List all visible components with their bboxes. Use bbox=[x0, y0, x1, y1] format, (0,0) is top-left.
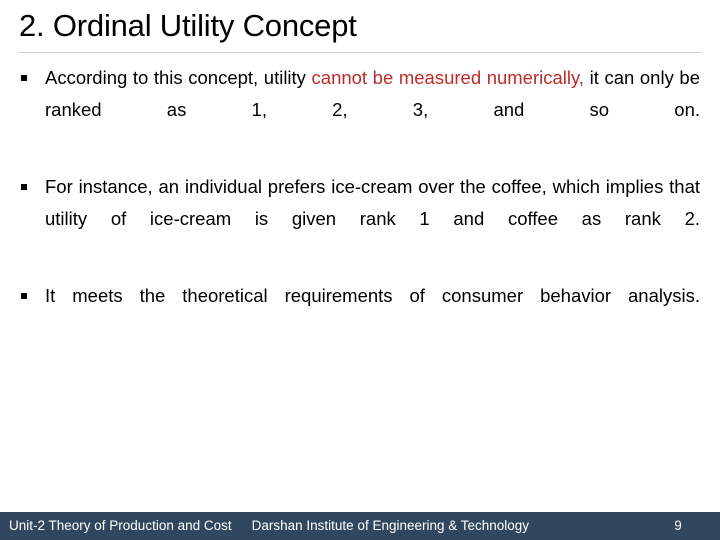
list-item: For instance, an individual prefers ice-… bbox=[0, 171, 720, 267]
footer-page-number: 9 bbox=[674, 518, 682, 533]
list-item: According to this concept, utility canno… bbox=[0, 62, 720, 158]
bullet-1-highlight: cannot be measured numerically, bbox=[311, 67, 585, 88]
presentation-slide: 2. Ordinal Utility Concept According to … bbox=[0, 0, 720, 540]
list-item: It meets the theoretical requirements of… bbox=[0, 280, 720, 344]
page-title: 2. Ordinal Utility Concept bbox=[19, 8, 357, 43]
square-bullet-icon bbox=[21, 293, 27, 299]
bullet-3-segment-1: It meets the theoretical requirements of… bbox=[45, 285, 700, 306]
slide-body: According to this concept, utility canno… bbox=[0, 62, 720, 344]
list-item-text: According to this concept, utility canno… bbox=[45, 62, 700, 158]
slide-footer: Unit-2 Theory of Production and Cost Dar… bbox=[0, 512, 720, 540]
square-bullet-icon bbox=[21, 75, 27, 81]
bullet-1-segment-1: According to this concept, utility bbox=[45, 67, 312, 88]
list-item-text: For instance, an individual prefers ice-… bbox=[45, 171, 700, 267]
title-divider bbox=[18, 52, 702, 53]
square-bullet-icon bbox=[21, 184, 27, 190]
bullet-2-segment-1: For instance, an individual prefers ice-… bbox=[45, 176, 700, 229]
list-item-text: It meets the theoretical requirements of… bbox=[45, 280, 700, 344]
